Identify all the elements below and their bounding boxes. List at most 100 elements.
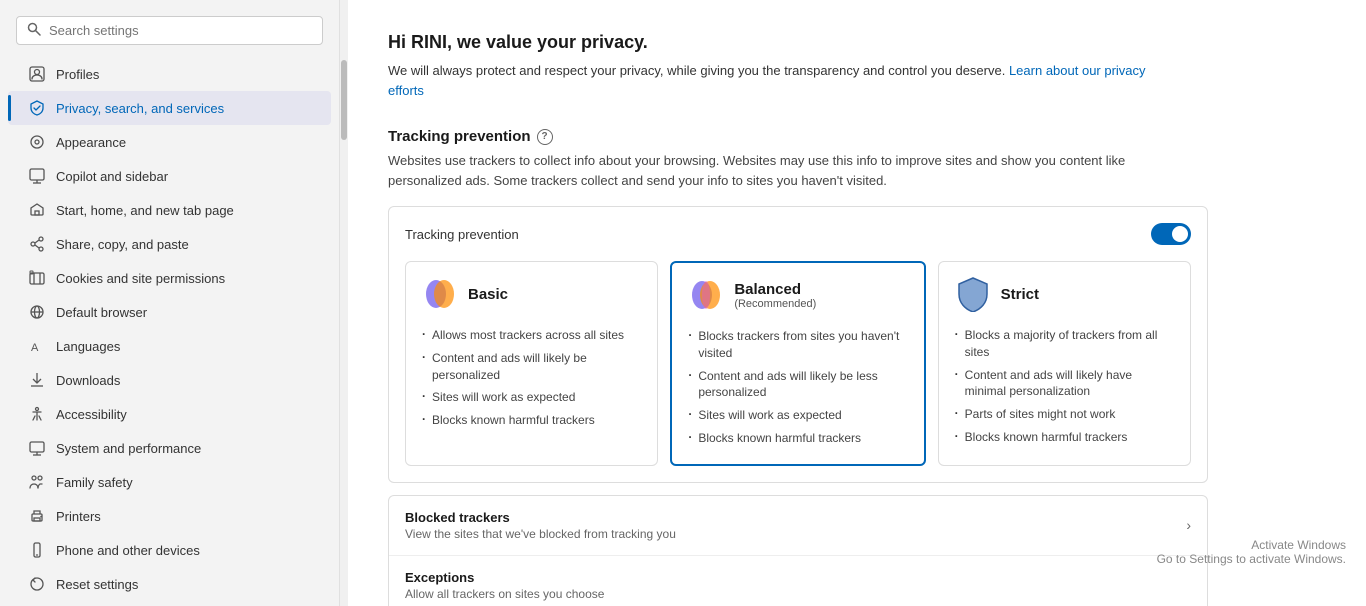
- start-icon: [28, 201, 46, 219]
- blocked-title: Blocked trackers: [405, 510, 676, 525]
- blocked-desc: View the sites that we've blocked from t…: [405, 527, 676, 541]
- family-icon: [28, 473, 46, 491]
- blocked-trackers-row[interactable]: Blocked trackers View the sites that we'…: [389, 496, 1207, 556]
- exceptions-info: Exceptions Allow all trackers on sites y…: [405, 570, 604, 601]
- page-greeting: Hi RINI, we value your privacy.: [388, 32, 1326, 53]
- sidebar-item-accessibility[interactable]: Accessibility: [8, 397, 331, 431]
- balanced-subtitle: (Recommended): [734, 298, 816, 310]
- system-icon: [28, 439, 46, 457]
- profiles-label: Profiles: [56, 67, 99, 82]
- balanced-bullet-2: Content and ads will likely be less pers…: [688, 365, 907, 405]
- appearance-label: Appearance: [56, 135, 126, 150]
- system-label: System and performance: [56, 441, 201, 456]
- accessibility-icon: [28, 405, 46, 423]
- default-icon: [28, 303, 46, 321]
- exceptions-title: Exceptions: [405, 570, 604, 585]
- balanced-bullet-3: Sites will work as expected: [688, 404, 907, 427]
- accessibility-label: Accessibility: [56, 407, 127, 422]
- basic-shield-icon: [422, 276, 458, 312]
- languages-label: Languages: [56, 339, 120, 354]
- tracking-prevention-card: Tracking prevention Basic Allows most tr…: [388, 206, 1208, 483]
- strict-bullet-2: Content and ads will likely have minimal…: [955, 364, 1174, 404]
- default-label: Default browser: [56, 305, 147, 320]
- tracking-card-header: Tracking prevention: [405, 223, 1191, 245]
- mode-card-basic[interactable]: Basic Allows most trackers across all si…: [405, 261, 658, 466]
- printers-label: Printers: [56, 509, 101, 524]
- bottom-rows: Blocked trackers View the sites that we'…: [388, 495, 1208, 606]
- basic-bullet-2: Content and ads will likely be personali…: [422, 347, 641, 387]
- family-label: Family safety: [56, 475, 133, 490]
- downloads-icon: [28, 371, 46, 389]
- sidebar-item-printers[interactable]: Printers: [8, 499, 331, 533]
- appearance-icon: [28, 133, 46, 151]
- sidebar-item-phone[interactable]: Phone and other devices: [8, 533, 331, 567]
- sidebar-item-copilot[interactable]: Copilot and sidebar: [8, 159, 331, 193]
- svg-text:A: A: [31, 342, 39, 354]
- strict-bullets: Blocks a majority of trackers from all s…: [955, 324, 1174, 449]
- profiles-icon: [28, 65, 46, 83]
- sidebar-item-downloads[interactable]: Downloads: [8, 363, 331, 397]
- sidebar-item-start[interactable]: Start, home, and new tab page: [8, 193, 331, 227]
- sidebar-item-reset[interactable]: Reset settings: [8, 567, 331, 601]
- strict-bullet-3: Parts of sites might not work: [955, 403, 1174, 426]
- help-icon[interactable]: ?: [537, 129, 553, 145]
- intro-text: We will always protect and respect your …: [388, 61, 1168, 100]
- sidebar-item-system[interactable]: System and performance: [8, 431, 331, 465]
- basic-bullet-4: Blocks known harmful trackers: [422, 409, 641, 432]
- tracking-desc: Websites use trackers to collect info ab…: [388, 151, 1168, 190]
- blocked-chevron-icon: ›: [1186, 517, 1191, 533]
- sidebar-item-share[interactable]: Share, copy, and paste: [8, 227, 331, 261]
- search-input[interactable]: [49, 23, 312, 38]
- mode-card-strict[interactable]: Strict Blocks a majority of trackers fro…: [938, 261, 1191, 466]
- sidebar-item-languages[interactable]: A Languages: [8, 329, 331, 363]
- balanced-title: Balanced: [734, 281, 816, 298]
- strict-title: Strict: [1001, 286, 1039, 303]
- privacy-header: Hi RINI, we value your privacy. We will …: [388, 32, 1326, 100]
- strict-shield-icon: [955, 276, 991, 312]
- strict-bullet-4: Blocks known harmful trackers: [955, 426, 1174, 449]
- languages-icon: A: [28, 337, 46, 355]
- main-content: Hi RINI, we value your privacy. We will …: [348, 0, 1366, 606]
- reset-label: Reset settings: [56, 577, 138, 592]
- sidebar-item-appearance[interactable]: Appearance: [8, 125, 331, 159]
- mode-card-balanced[interactable]: Balanced (Recommended) Blocks trackers f…: [670, 261, 925, 466]
- exceptions-row[interactable]: Exceptions Allow all trackers on sites y…: [389, 556, 1207, 606]
- phone-icon: [28, 541, 46, 559]
- basic-card-header: Basic: [422, 276, 641, 312]
- downloads-label: Downloads: [56, 373, 120, 388]
- basic-bullet-1: Allows most trackers across all sites: [422, 324, 641, 347]
- sidebar: Profiles Privacy, search, and services A…: [0, 0, 340, 606]
- blocked-trackers-info: Blocked trackers View the sites that we'…: [405, 510, 676, 541]
- cookies-icon: [28, 269, 46, 287]
- balanced-bullet-1: Blocks trackers from sites you haven't v…: [688, 325, 907, 365]
- balanced-bullets: Blocks trackers from sites you haven't v…: [688, 325, 907, 450]
- search-box[interactable]: [16, 16, 323, 45]
- sidebar-item-profiles[interactable]: Profiles: [8, 57, 331, 91]
- share-icon: [28, 235, 46, 253]
- reset-icon: [28, 575, 46, 593]
- sidebar-item-cookies[interactable]: Cookies and site permissions: [8, 261, 331, 295]
- search-icon: [27, 22, 41, 39]
- strict-card-header: Strict: [955, 276, 1174, 312]
- tracking-section-title: Tracking prevention ?: [388, 128, 1326, 145]
- basic-bullet-3: Sites will work as expected: [422, 386, 641, 409]
- cookies-label: Cookies and site permissions: [56, 271, 225, 286]
- privacy-label: Privacy, search, and services: [56, 101, 224, 116]
- copilot-label: Copilot and sidebar: [56, 169, 168, 184]
- exceptions-desc: Allow all trackers on sites you choose: [405, 587, 604, 601]
- balanced-shield-icon: [688, 277, 724, 313]
- share-label: Share, copy, and paste: [56, 237, 189, 252]
- copilot-icon: [28, 167, 46, 185]
- start-label: Start, home, and new tab page: [56, 203, 234, 218]
- sidebar-item-default[interactable]: Default browser: [8, 295, 331, 329]
- strict-bullet-1: Blocks a majority of trackers from all s…: [955, 324, 1174, 364]
- sidebar-item-privacy[interactable]: Privacy, search, and services: [8, 91, 331, 125]
- printers-icon: [28, 507, 46, 525]
- balanced-bullet-4: Blocks known harmful trackers: [688, 427, 907, 450]
- tracking-card-title: Tracking prevention: [405, 227, 519, 242]
- phone-label: Phone and other devices: [56, 543, 200, 558]
- sidebar-item-family[interactable]: Family safety: [8, 465, 331, 499]
- balanced-card-header: Balanced (Recommended): [688, 277, 907, 313]
- privacy-icon: [28, 99, 46, 117]
- tracking-toggle[interactable]: [1151, 223, 1191, 245]
